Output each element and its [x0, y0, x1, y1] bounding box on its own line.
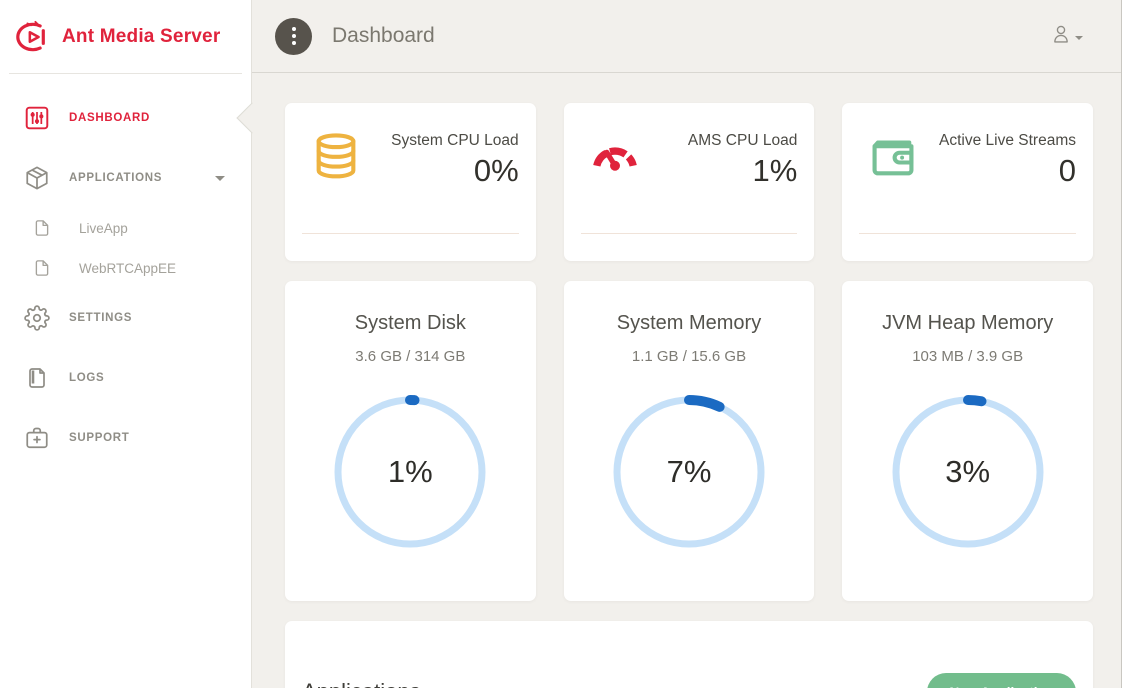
sidebar-item-label: WebRTCAppEE [79, 261, 176, 276]
chevron-down-icon [215, 176, 225, 181]
gauge-card-system-memory: System Memory 1.1 GB / 15.6 GB 7% [564, 281, 815, 601]
sidebar-item-label: DASHBOARD [69, 112, 150, 124]
wallet-icon [867, 130, 919, 187]
dashboard-content: System CPU Load 0% [252, 73, 1123, 688]
speedometer-icon [589, 130, 641, 187]
stat-label: AMS CPU Load [688, 130, 797, 152]
applications-title: Applications [302, 679, 421, 688]
gauge-detail: 3.6 GB / 314 GB [285, 348, 536, 365]
gauge-percent: 1% [328, 390, 492, 554]
gear-icon [24, 305, 50, 331]
sidebar-item-webrtcappee[interactable]: WebRTCAppEE [0, 248, 251, 288]
user-menu[interactable] [1050, 23, 1083, 50]
card-divider [859, 233, 1076, 234]
stat-label: Active Live Streams [939, 130, 1076, 152]
card-divider [302, 233, 519, 234]
package-icon [24, 165, 50, 191]
sidebar-item-logs[interactable]: LOGS [0, 348, 251, 408]
stat-value: 0% [391, 153, 519, 189]
stat-value: 0 [939, 153, 1076, 189]
card-divider [581, 233, 798, 234]
sidebar-item-support[interactable]: SUPPORT [0, 408, 251, 468]
stat-label: System CPU Load [391, 130, 519, 152]
menu-kebab-button[interactable] [275, 18, 312, 55]
gauge-percent: 7% [607, 390, 771, 554]
gauge-title: System Disk [285, 312, 536, 335]
sliders-icon [24, 105, 50, 131]
chevron-down-icon [1075, 36, 1083, 40]
ant-media-logo-icon [14, 20, 52, 54]
gauge-percent: 3% [886, 390, 1050, 554]
sidebar-item-settings[interactable]: SETTINGS [0, 288, 251, 348]
sidebar-nav: DASHBOARD APPLICATIONS [0, 74, 251, 468]
brand-name: Ant Media Server [62, 26, 220, 48]
gauge-card-system-disk: System Disk 3.6 GB / 314 GB 1% [285, 281, 536, 601]
logs-icon [24, 366, 50, 390]
stat-card-active-streams: Active Live Streams 0 [842, 103, 1093, 261]
page-title: Dashboard [332, 24, 435, 48]
sidebar-item-label: SETTINGS [69, 312, 132, 324]
sidebar-item-label: APPLICATIONS [69, 172, 162, 184]
applications-panel: Applications New Application [285, 621, 1093, 688]
sidebar-item-applications[interactable]: APPLICATIONS [0, 148, 251, 208]
circular-gauge: 3% [886, 390, 1050, 554]
gauge-card-jvm-heap: JVM Heap Memory 103 MB / 3.9 GB 3% [842, 281, 1093, 601]
brand[interactable]: Ant Media Server [0, 0, 251, 73]
file-icon [29, 219, 55, 237]
stat-value: 1% [688, 153, 797, 189]
top-header: Dashboard [252, 0, 1123, 73]
user-icon [1050, 23, 1072, 50]
sidebar-item-dashboard[interactable]: DASHBOARD [0, 88, 251, 148]
sidebar-item-label: LiveApp [79, 221, 128, 236]
gauge-title: JVM Heap Memory [842, 312, 1093, 335]
sidebar-item-label: SUPPORT [69, 432, 130, 444]
circular-gauge: 1% [328, 390, 492, 554]
stat-cards-row: System CPU Load 0% [285, 103, 1093, 261]
file-icon [29, 259, 55, 277]
circular-gauge: 7% [607, 390, 771, 554]
gauge-detail: 1.1 GB / 15.6 GB [564, 348, 815, 365]
gauge-detail: 103 MB / 3.9 GB [842, 348, 1093, 365]
gauge-title: System Memory [564, 312, 815, 335]
gauge-cards-row: System Disk 3.6 GB / 314 GB 1% System Me… [285, 281, 1093, 601]
database-icon [310, 130, 362, 187]
main-area: Dashboard [252, 0, 1123, 688]
sidebar-item-label: LOGS [69, 372, 104, 384]
sidebar: Ant Media Server DASHBOARD [0, 0, 252, 688]
new-application-button[interactable]: New Application [927, 673, 1076, 688]
stat-card-ams-cpu: AMS CPU Load 1% [564, 103, 815, 261]
sidebar-item-liveapp[interactable]: LiveApp [0, 208, 251, 248]
stat-card-system-cpu: System CPU Load 0% [285, 103, 536, 261]
support-icon [24, 425, 50, 451]
